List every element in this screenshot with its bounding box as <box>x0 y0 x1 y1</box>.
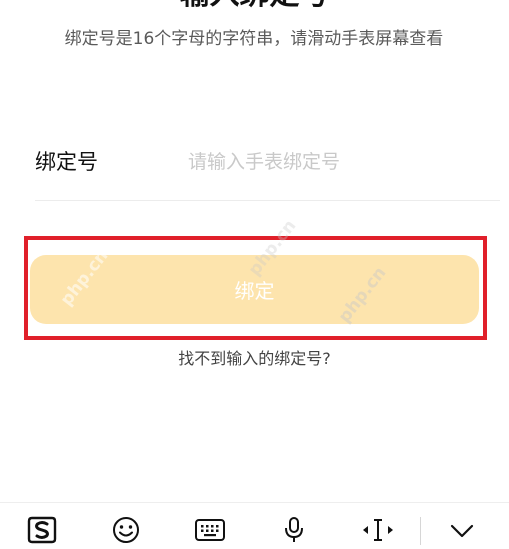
microphone-icon <box>285 517 303 542</box>
bind-device-page: 输入绑定号 绑定号是16个字母的字符串，请滑动手表屏幕查看 绑定号 绑定 php… <box>0 0 509 549</box>
bind-number-row: 绑定号 <box>35 140 500 201</box>
keyboard-toolbar <box>0 502 509 549</box>
sogou-input-button[interactable] <box>22 513 62 547</box>
page-title: 输入绑定号 <box>0 0 509 12</box>
keyboard-icon <box>195 519 225 541</box>
cannot-find-bind-number-link[interactable]: 找不到输入的绑定号? <box>0 346 509 372</box>
toolbar-divider <box>420 517 421 545</box>
bind-number-input[interactable] <box>188 144 488 180</box>
emoji-button[interactable] <box>106 513 146 547</box>
keyboard-switch-button[interactable] <box>190 513 230 547</box>
collapse-keyboard-button[interactable] <box>442 513 482 547</box>
cursor-move-button[interactable] <box>358 513 398 547</box>
voice-input-button[interactable] <box>274 513 314 547</box>
text-cursor-icon <box>363 519 393 541</box>
chevron-down-icon <box>450 524 474 538</box>
highlight-annotation-box <box>24 236 487 340</box>
emoji-icon <box>113 517 139 543</box>
bind-number-label: 绑定号 <box>35 150 98 174</box>
bind-number-hint: 绑定号是16个字母的字符串，请滑动手表屏幕查看 <box>64 29 444 49</box>
sogou-logo-icon <box>27 516 57 544</box>
